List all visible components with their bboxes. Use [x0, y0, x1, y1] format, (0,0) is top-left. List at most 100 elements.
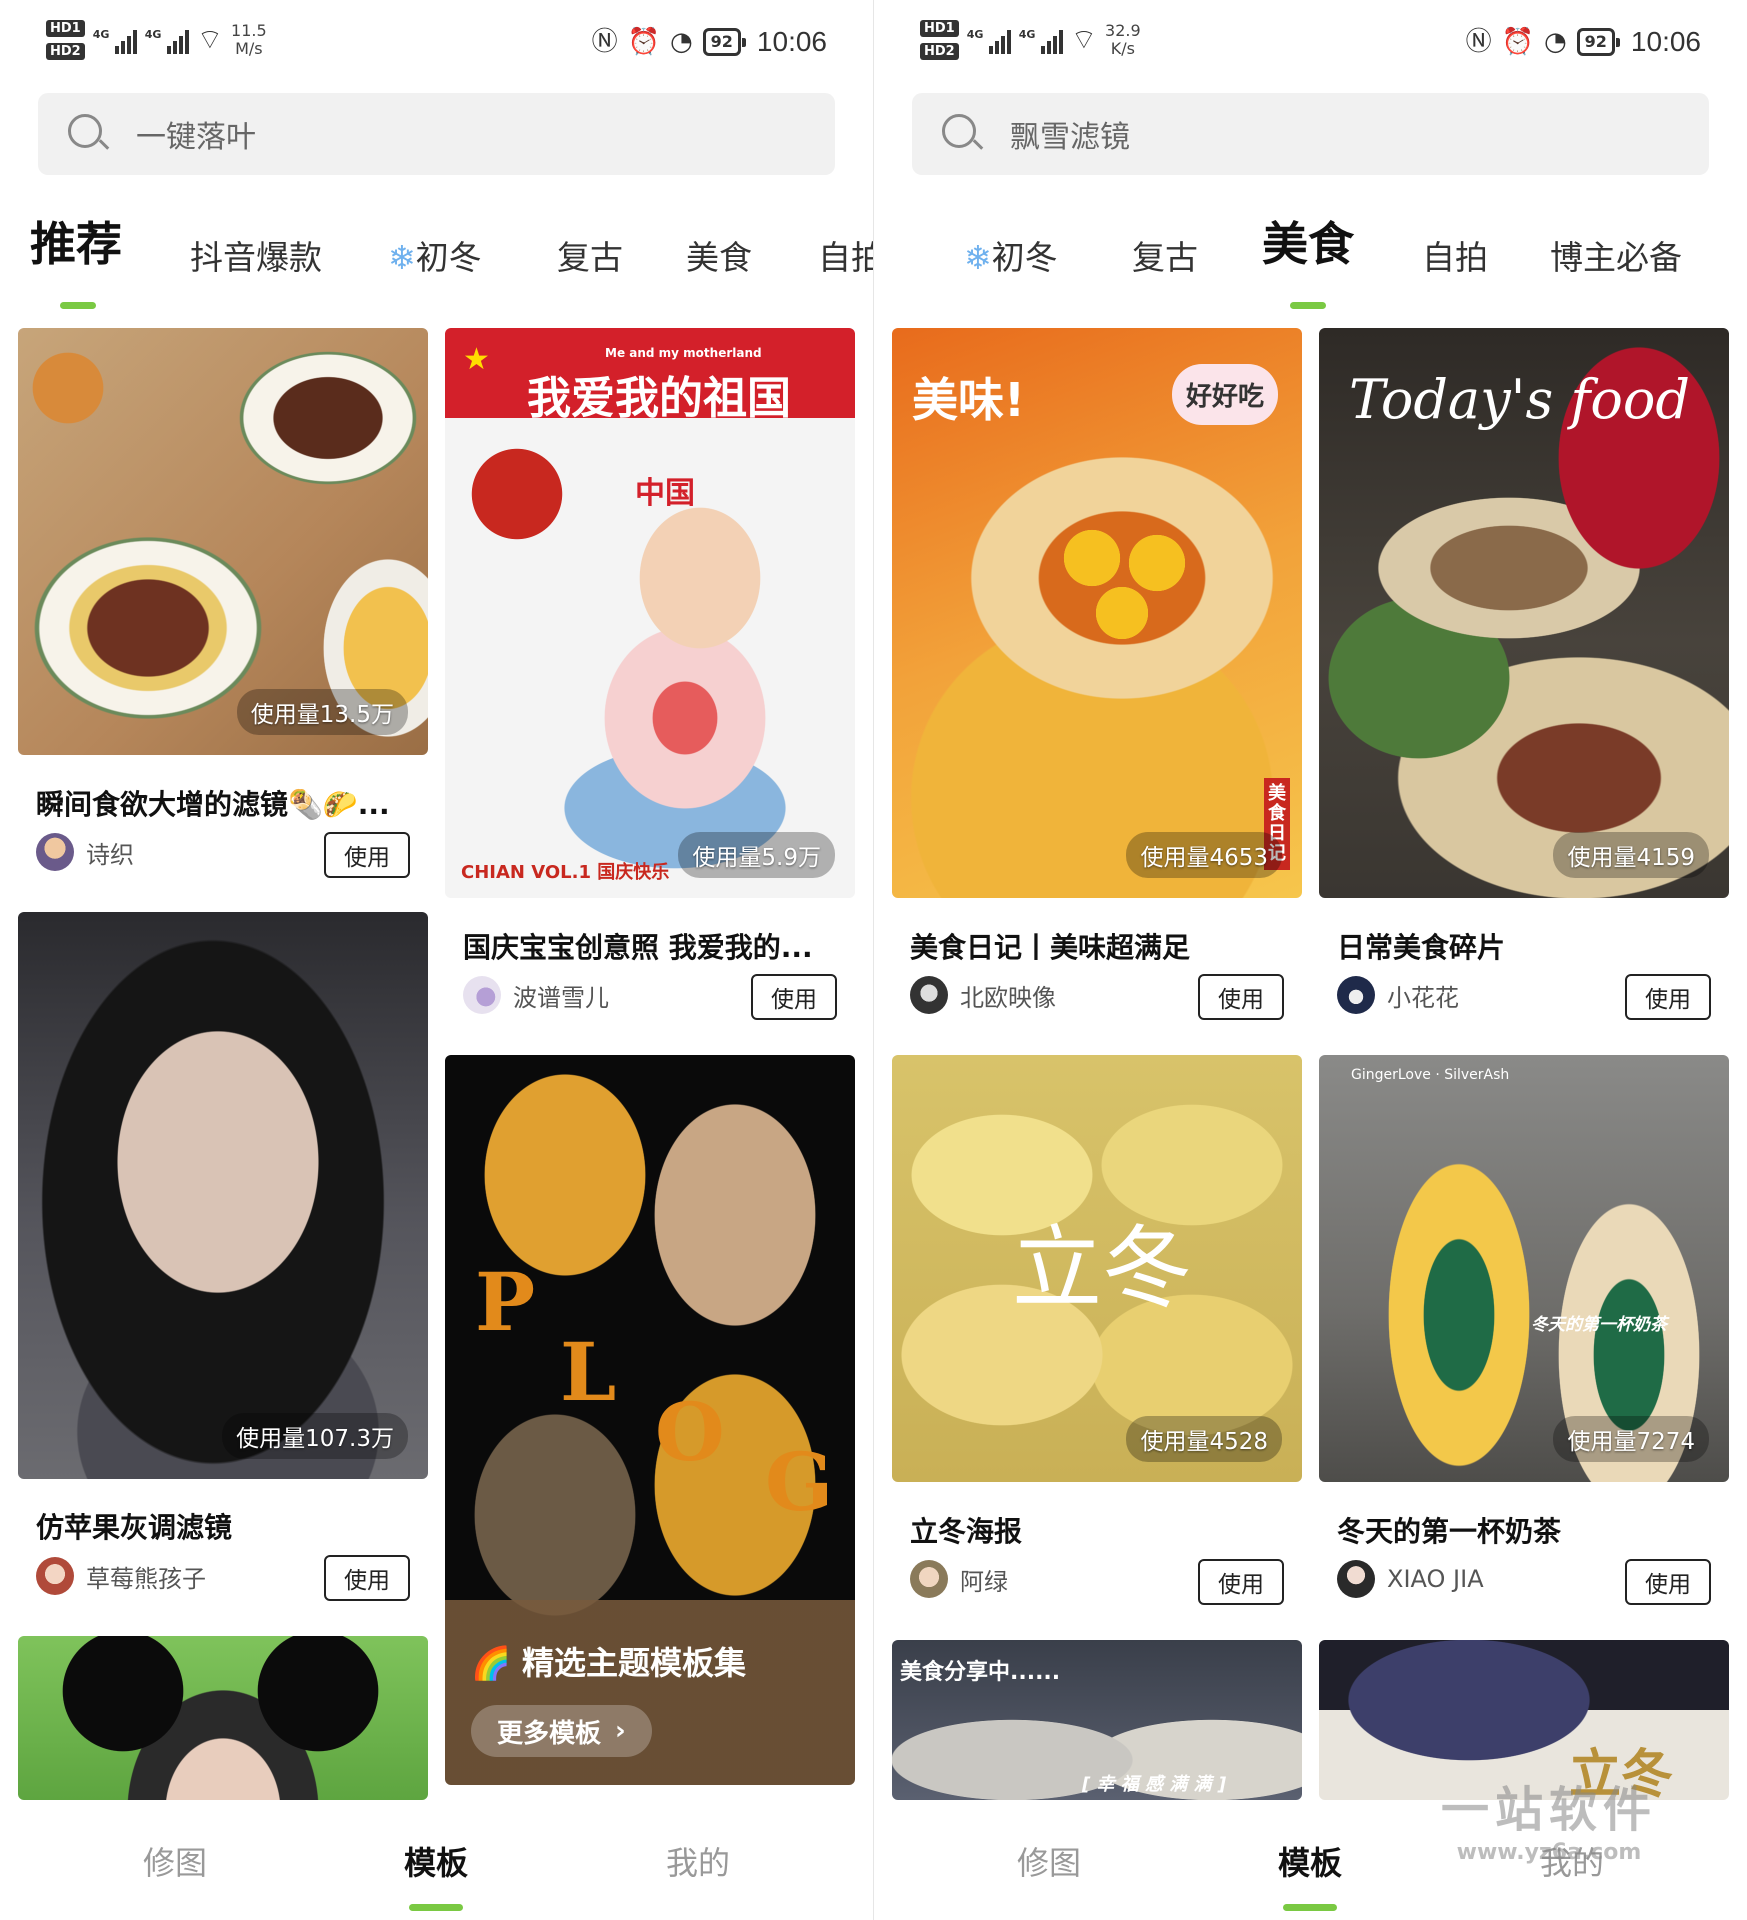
- signal-icon: 4G: [1019, 26, 1063, 54]
- tab-early-winter[interactable]: ❄初冬: [388, 228, 482, 288]
- nav-edit[interactable]: 修图: [115, 1838, 235, 1884]
- author-name: XIAO JIA: [1387, 1565, 1484, 1593]
- promo-title: 🌈 精选主题模板集: [471, 1638, 746, 1684]
- card-author: XIAO JIA: [1337, 1560, 1484, 1598]
- nav-underline: [409, 1904, 463, 1911]
- avatar: [1337, 976, 1375, 1014]
- tab-selfie[interactable]: 自拍: [1422, 228, 1488, 288]
- tab-retro[interactable]: 复古: [1132, 228, 1198, 288]
- nav-mine[interactable]: 我的: [1512, 1838, 1632, 1884]
- net-speed-value: 11.5: [231, 21, 267, 40]
- tab-early-winter[interactable]: ❄初冬: [964, 228, 1058, 288]
- use-button[interactable]: 使用: [324, 1555, 410, 1601]
- jiaozi-thumbnail: 立冬 使用量4528: [892, 1055, 1302, 1482]
- battery-icon: 92: [702, 28, 747, 56]
- template-card[interactable]: 立冬: [1319, 1640, 1729, 1800]
- nav-edit[interactable]: 修图: [989, 1838, 1109, 1884]
- food-share-thumbnail: 美食分享中...... [ 幸 福 感 满 满 ]: [892, 1640, 1302, 1800]
- overlay-bubble: 好好吃: [1172, 364, 1279, 425]
- use-button[interactable]: 使用: [324, 832, 410, 878]
- right-screen: HD1 HD2 4G 4G ⌔ 32.9 K/s Ⓝ ⏰ ◔ 92 10:06 …: [874, 0, 1747, 1920]
- plog-letter: O: [655, 1385, 725, 1479]
- winter-solstice-thumbnail: 立冬: [1319, 1640, 1729, 1800]
- nav-templates[interactable]: 模板: [376, 1838, 496, 1884]
- avatar: [1337, 1560, 1375, 1598]
- tab-retro[interactable]: 复古: [557, 228, 623, 288]
- search-bar[interactable]: 一键落叶: [38, 93, 835, 175]
- usage-count: 使用量13.5万: [236, 689, 408, 735]
- template-card[interactable]: Today's food 使用量4159 日常美食碎片 小花花 使用: [1319, 328, 1729, 1040]
- search-placeholder: 飘雪滤镜: [1010, 120, 1130, 155]
- card-title: 日常美食碎片: [1337, 931, 1506, 964]
- mouse-ears-thumbnail: [18, 1636, 428, 1800]
- alarm-icon: ⏰: [627, 27, 660, 57]
- overlay-subtitle: Me and my motherland: [605, 346, 762, 360]
- nav-mine[interactable]: 我的: [638, 1838, 758, 1884]
- template-card[interactable]: [18, 1636, 428, 1800]
- template-card[interactable]: 使用量107.3万 仿苹果灰调滤镜 草莓熊孩子 使用: [18, 912, 428, 1622]
- template-card[interactable]: 美食分享中...... [ 幸 福 感 满 满 ]: [892, 1640, 1302, 1800]
- usage-count: 使用量107.3万: [222, 1413, 408, 1459]
- avatar: [910, 976, 948, 1014]
- net-speed: 32.9 K/s: [1105, 22, 1141, 58]
- net-speed-value: 32.9: [1105, 21, 1141, 40]
- status-bar: HD1 HD2 4G 4G ⌔ 11.5 M/s Ⓝ ⏰ ◔ 92 10:06: [0, 0, 873, 90]
- tab-early-winter-label: 初冬: [415, 238, 482, 277]
- overlay-caption: GingerLove · SilverAsh: [1351, 1067, 1510, 1083]
- avatar: [910, 1560, 948, 1598]
- author-name: 草莓熊孩子: [86, 1564, 206, 1593]
- use-button[interactable]: 使用: [751, 974, 837, 1020]
- status-left: HD1 HD2 4G 4G ⌔ 11.5 M/s: [46, 20, 267, 60]
- template-card[interactable]: 立冬 使用量4528 立冬海报 阿绿 使用: [892, 1055, 1302, 1625]
- hd-indicators: HD1 HD2: [920, 20, 959, 60]
- card-title: 立冬海报: [910, 1515, 1023, 1548]
- tab-food[interactable]: 美食: [686, 228, 752, 288]
- search-icon: [68, 114, 110, 154]
- tab-food[interactable]: 美食: [1262, 214, 1354, 274]
- usage-count: 使用量7274: [1553, 1416, 1709, 1462]
- left-screen: HD1 HD2 4G 4G ⌔ 11.5 M/s Ⓝ ⏰ ◔ 92 10:06 …: [0, 0, 873, 1920]
- hd2-icon: HD2: [920, 43, 959, 60]
- avatar: [36, 1557, 74, 1595]
- more-templates-label: 更多模板: [497, 1718, 602, 1749]
- overlay-tag: 美味!: [912, 373, 1025, 427]
- overlay-footer: CHIAN VOL.1 国庆快乐: [461, 862, 670, 883]
- tab-selfie[interactable]: 自拍款: [818, 228, 873, 288]
- nav-templates[interactable]: 模板: [1250, 1838, 1370, 1884]
- plog-letter: L: [560, 1325, 617, 1419]
- card-title: 冬天的第一杯奶茶: [1337, 1515, 1562, 1548]
- avatar: [36, 833, 74, 871]
- bottom-nav: 修图 模板 我的: [874, 1800, 1747, 1920]
- dumpling-thumbnail: 美味! 好好吃 美食日记 使用量4653: [892, 328, 1302, 898]
- snowflake-icon: ❄: [388, 238, 416, 277]
- overlay-title: 我爱我的祖国: [527, 373, 791, 424]
- search-bar[interactable]: 飘雪滤镜: [912, 93, 1709, 175]
- fine-dining-thumbnail: Today's food 使用量4159: [1319, 328, 1729, 898]
- net-speed: 11.5 M/s: [231, 22, 267, 58]
- usage-count: 使用量4159: [1553, 832, 1709, 878]
- template-card[interactable]: 美味! 好好吃 美食日记 使用量4653 美食日记丨美味超满足 北欧映像 使用: [892, 328, 1302, 1040]
- use-button[interactable]: 使用: [1198, 1559, 1284, 1605]
- search-placeholder: 一键落叶: [136, 120, 256, 155]
- template-card[interactable]: GingerLove · SilverAsh 冬天的第一杯奶茶 使用量7274 …: [1319, 1055, 1729, 1625]
- more-templates-button[interactable]: 更多模板 ›: [471, 1705, 652, 1757]
- use-button[interactable]: 使用: [1625, 1559, 1711, 1605]
- status-right: Ⓝ ⏰ ◔ 92 10:06: [1466, 26, 1701, 58]
- nfc-icon: Ⓝ: [591, 27, 618, 57]
- tab-douyin-hot[interactable]: 抖音爆款: [190, 228, 322, 288]
- clock: 10:06: [756, 26, 827, 57]
- signal-icon: 4G: [967, 26, 1011, 54]
- wifi-icon: ⌔: [196, 23, 224, 56]
- card-author: 草莓熊孩子: [36, 1557, 206, 1595]
- card-author: 小花花: [1337, 976, 1459, 1014]
- template-card[interactable]: 使用量13.5万 瞬间食欲大增的滤镜🌯🌮... 诗织 使用: [18, 328, 428, 898]
- category-tabs: 推荐 抖音爆款 ❄初冬 复古 美食 自拍款: [0, 214, 873, 304]
- use-button[interactable]: 使用: [1198, 974, 1284, 1020]
- star-icon: ★: [463, 342, 490, 377]
- card-author: 诗织: [36, 833, 134, 871]
- tab-recommend[interactable]: 推荐: [30, 214, 122, 274]
- use-button[interactable]: 使用: [1625, 974, 1711, 1020]
- promo-card[interactable]: P L O G 🌈 精选主题模板集 更多模板 ›: [445, 1055, 855, 1785]
- tab-blogger[interactable]: 博主必备: [1550, 228, 1682, 288]
- template-card[interactable]: ★ Me and my motherland 我爱我的祖国 中国 CHIAN V…: [445, 328, 855, 1040]
